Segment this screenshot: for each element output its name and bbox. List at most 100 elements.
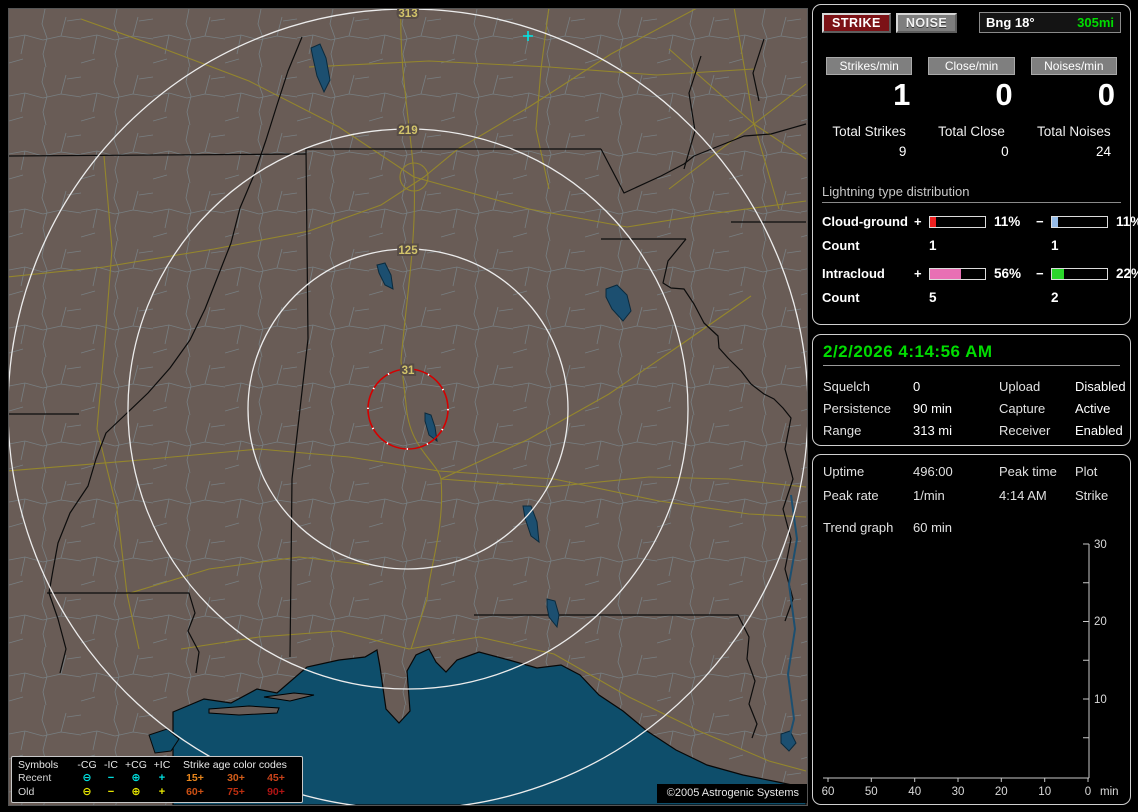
- minus-sign: −: [1036, 214, 1044, 229]
- legend-recent-label: Recent: [18, 772, 52, 784]
- total-close-label: Total Close: [938, 124, 1005, 139]
- legend-old-label: Old: [18, 785, 35, 798]
- squelch-value: 0: [913, 379, 921, 394]
- ring-label-219: 219: [398, 125, 417, 137]
- recent-pos-ic-icon: +: [158, 772, 166, 784]
- strikes-per-min-badge: Strikes/min: [826, 57, 913, 75]
- old-pos-ic-icon: +: [158, 785, 166, 798]
- noises-per-min-badge: Noises/min: [1030, 57, 1117, 75]
- copyright-label: ©2005 Astrogenic Systems: [656, 784, 807, 803]
- age-code-45: 45+: [267, 772, 285, 784]
- age-code-60: 60+: [186, 785, 204, 798]
- x-tick-20: 20: [995, 786, 1008, 798]
- strike-button[interactable]: STRIKE: [822, 12, 891, 33]
- persistence-value: 90 min: [913, 401, 953, 416]
- legend-header-pos-cg: +CG: [125, 758, 147, 771]
- total-close-value: 0: [1001, 144, 1009, 159]
- strike-stats-panel: STRIKE NOISE Bng 18° 305mi Strikes/min 1…: [812, 4, 1138, 325]
- x-axis-unit: min: [1100, 786, 1119, 798]
- age-code-30: 30+: [227, 772, 245, 784]
- cg-positive-bar: [929, 215, 986, 228]
- legend-header-neg-cg: -CG: [77, 758, 97, 771]
- x-tick-60: 60: [822, 786, 835, 798]
- ic-positive-bar: [929, 267, 986, 280]
- range-label: Range: [823, 423, 862, 438]
- close-per-min-value: 0: [995, 77, 1013, 112]
- trend-y-ticks: 30 20 10: [1094, 539, 1107, 706]
- upload-status: Disabled: [1075, 379, 1126, 394]
- legend-header-neg-ic: -IC: [104, 758, 118, 771]
- squelch-label: Squelch: [823, 379, 870, 394]
- range-value: 313 mi: [913, 423, 953, 438]
- cg-count-label: Count: [822, 238, 860, 253]
- bearing-label: Bng 18°: [986, 15, 1035, 30]
- ic-negative-count: 2: [1051, 290, 1059, 305]
- datetime-display: 2/2/2026 4:14:56 AM: [823, 342, 1120, 366]
- receiver-status: Enabled: [1075, 423, 1123, 438]
- total-noises-value: 24: [1095, 144, 1111, 159]
- ring-label-31: 31: [402, 365, 415, 377]
- noises-column: Noises/min 0 Total Noises 24: [1027, 57, 1121, 159]
- old-neg-ic-icon: −: [107, 785, 115, 798]
- x-tick-40: 40: [908, 786, 921, 798]
- ring-label-313: 313: [398, 9, 417, 20]
- distribution-title: Lightning type distribution: [822, 184, 1121, 203]
- close-column: Close/min 0 Total Close 0: [924, 57, 1018, 159]
- ring-label-125: 125: [398, 245, 418, 257]
- total-strikes-value: 9: [898, 144, 907, 159]
- cloud-ground-label: Cloud-ground: [822, 214, 908, 229]
- status-panel: 2/2/2026 4:14:56 AM Squelch 0 Upload Dis…: [812, 334, 1131, 446]
- app-window: 313 219 125 31 Symbols -CG -IC +CG +IC S…: [0, 0, 1138, 812]
- trend-x-ticks: 60 50 40 30 20 10 0 min: [822, 786, 1119, 798]
- lightning-distribution: Lightning type distribution Cloud-ground…: [822, 184, 1138, 305]
- plus-sign: +: [914, 266, 922, 281]
- map-canvas: 313 219 125 31: [9, 9, 807, 805]
- x-tick-50: 50: [865, 786, 878, 798]
- total-noises-label: Total Noises: [1037, 124, 1111, 139]
- map-view[interactable]: 313 219 125 31 Symbols -CG -IC +CG +IC S…: [8, 8, 808, 806]
- receiver-label: Receiver: [999, 423, 1051, 438]
- old-neg-cg-icon: ⊖: [82, 785, 92, 798]
- cg-negative-pct: 11%: [1116, 214, 1138, 229]
- y-tick-30: 30: [1094, 539, 1107, 551]
- y-tick-20: 20: [1094, 616, 1107, 628]
- age-code-15: 15+: [186, 772, 204, 784]
- ic-positive-count: 5: [929, 290, 937, 305]
- age-code-90: 90+: [267, 785, 285, 798]
- capture-status: Active: [1075, 401, 1111, 416]
- total-strikes-label: Total Strikes: [832, 124, 906, 139]
- ic-negative-bar: [1051, 267, 1108, 280]
- bearing-range: 305mi: [1077, 15, 1114, 30]
- persistence-label: Persistence: [823, 401, 891, 416]
- age-code-75: 75+: [227, 785, 245, 798]
- noise-button[interactable]: NOISE: [895, 12, 958, 33]
- plus-sign: +: [914, 214, 922, 229]
- x-tick-30: 30: [952, 786, 965, 798]
- ic-count-label: Count: [822, 290, 860, 305]
- legend-header-pos-ic: +IC: [153, 758, 171, 771]
- strikes-column: Strikes/min 1 Total Strikes 9: [822, 57, 916, 159]
- intracloud-label: Intracloud: [822, 266, 885, 281]
- cg-negative-bar: [1051, 215, 1108, 228]
- bearing-display: Bng 18° 305mi: [979, 12, 1121, 33]
- map-legend: Symbols -CG -IC +CG +IC Strike age color…: [11, 755, 303, 803]
- trend-graph: 30 20 10 60 50 40 30 20 10 0 min: [822, 539, 1119, 798]
- strikes-per-min-value: 1: [893, 77, 911, 112]
- recent-neg-ic-icon: −: [107, 772, 115, 784]
- y-tick-10: 10: [1094, 694, 1107, 706]
- recent-pos-cg-icon: ⊕: [131, 772, 141, 784]
- minus-sign: −: [1036, 266, 1044, 281]
- cg-negative-count: 1: [1051, 238, 1059, 253]
- old-pos-cg-icon: ⊕: [131, 785, 141, 798]
- cg-positive-count: 1: [929, 238, 937, 253]
- legend-symbols-header: Symbols: [18, 758, 59, 771]
- capture-label: Capture: [999, 401, 1046, 416]
- trend-panel: Uptime 496:00 Peak time Plot Peak rate 1…: [812, 454, 1131, 805]
- recent-neg-cg-icon: ⊖: [82, 772, 92, 784]
- ic-positive-pct: 56%: [994, 266, 1022, 281]
- ic-negative-pct: 22%: [1116, 266, 1138, 281]
- legend-age-header: Strike age color codes: [183, 758, 287, 771]
- upload-label: Upload: [999, 379, 1041, 394]
- x-tick-0: 0: [1085, 786, 1091, 798]
- close-per-min-badge: Close/min: [928, 57, 1015, 75]
